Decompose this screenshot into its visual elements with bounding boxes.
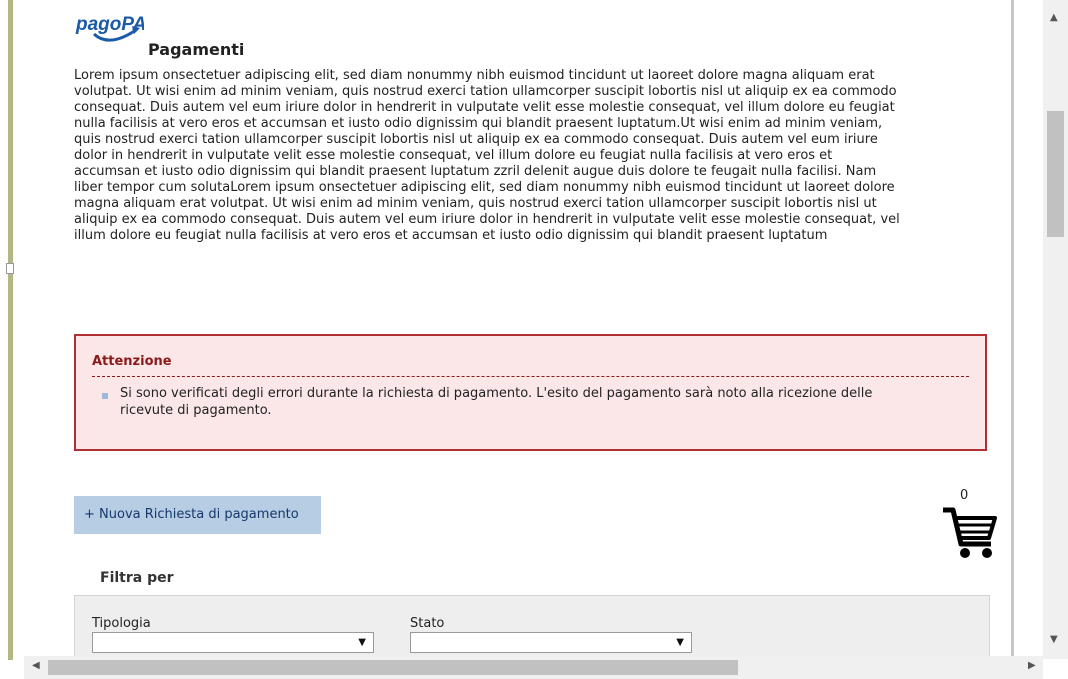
new-payment-request-button[interactable]: + Nuova Richiesta di pagamento bbox=[74, 496, 321, 534]
right-frame-border bbox=[1011, 0, 1014, 660]
vertical-scrollbar[interactable]: ▲ ▼ bbox=[1043, 0, 1068, 659]
main-content: pagoPA Pagamenti Lorem ipsum onsectetuer… bbox=[14, 0, 1010, 657]
dropdown-arrow-icon: ▼ bbox=[358, 637, 366, 648]
error-alert: Attenzione Si sono verificati degli erro… bbox=[74, 334, 987, 451]
intro-text: Lorem ipsum onsectetuer adipiscing elit,… bbox=[74, 68, 900, 243]
alert-message: Si sono verificati degli errori durante … bbox=[120, 386, 873, 418]
horizontal-scroll-thumb[interactable] bbox=[48, 660, 738, 675]
page-title: Pagamenti bbox=[148, 40, 245, 59]
bullet-icon bbox=[102, 393, 108, 399]
stato-label: Stato bbox=[410, 616, 445, 631]
stato-select[interactable]: ▼ bbox=[410, 632, 692, 653]
vertical-scroll-thumb[interactable] bbox=[1047, 111, 1064, 237]
left-frame-border bbox=[8, 0, 13, 660]
cart-icon[interactable] bbox=[939, 504, 999, 562]
alert-title: Attenzione bbox=[92, 354, 172, 369]
scroll-up-icon[interactable]: ▲ bbox=[1050, 12, 1058, 23]
alert-divider bbox=[92, 376, 969, 377]
dropdown-arrow-icon: ▼ bbox=[676, 637, 684, 648]
filter-title: Filtra per bbox=[100, 570, 174, 586]
scroll-left-icon[interactable]: ◀ bbox=[32, 660, 40, 671]
scroll-down-icon[interactable]: ▼ bbox=[1050, 634, 1058, 645]
tipologia-select[interactable]: ▼ bbox=[92, 632, 374, 653]
horizontal-scrollbar[interactable]: ◀ ▶ bbox=[24, 656, 1043, 679]
scroll-right-icon[interactable]: ▶ bbox=[1028, 660, 1036, 671]
tipologia-label: Tipologia bbox=[92, 616, 151, 631]
resize-handle[interactable] bbox=[6, 263, 14, 274]
cart-count: 0 bbox=[960, 488, 969, 503]
pagopa-logo: pagoPA bbox=[74, 8, 146, 48]
filter-panel: Tipologia ▼ Stato ▼ bbox=[74, 595, 990, 657]
